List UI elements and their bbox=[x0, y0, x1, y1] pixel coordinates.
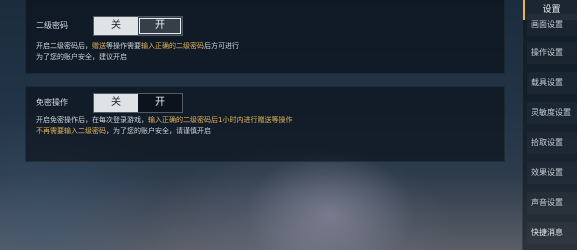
second-password-desc-line1: 开启二级密码后，赠送等操作需要输入正确的二级密码后方可进行 bbox=[36, 41, 239, 52]
sidebar-item-pickup[interactable]: 拾取设置 bbox=[527, 132, 577, 154]
desc-highlight: 输入正确的二级密码后1小时内进行赠送等操作 bbox=[148, 116, 293, 124]
desc-text: 后方可进行 bbox=[204, 42, 239, 50]
password-free-on-button[interactable]: 开 bbox=[138, 94, 182, 112]
desc-text: 等操作需要 bbox=[106, 42, 141, 50]
settings-sidebar: 设置 画面设置 操作设置 载具设置 灵敏度设置 拾取设置 效果设置 声音设置 快… bbox=[522, 0, 577, 250]
sidebar-item-quick-chat[interactable]: 快捷消息 bbox=[527, 222, 577, 244]
desc-highlight: 不再需要输入二级密码 bbox=[36, 127, 106, 135]
second-password-panel: 二级密码 关 开 开启二级密码后，赠送等操作需要输入正确的二级密码后方可进行 为… bbox=[25, 0, 505, 74]
desc-text: ，为了您的账户安全，请谨慎开启 bbox=[106, 127, 211, 135]
desc-text: 开启二级密码后， bbox=[36, 42, 92, 50]
sidebar-item-graphics[interactable]: 画面设置 bbox=[527, 14, 577, 36]
second-password-on-button[interactable]: 开 bbox=[138, 17, 182, 35]
desc-highlight: 赠送 bbox=[92, 42, 106, 50]
password-free-desc-line1: 开启免密操作后，在每次登录游戏，输入正确的二级密码后1小时内进行赠送等操作 bbox=[36, 115, 292, 126]
sidebar-item-audio[interactable]: 声音设置 bbox=[527, 192, 577, 214]
password-free-off-button[interactable]: 关 bbox=[94, 94, 138, 112]
sidebar-item-effects[interactable]: 效果设置 bbox=[527, 162, 577, 184]
desc-highlight: 输入正确的二级密码 bbox=[141, 42, 204, 50]
sidebar-item-sensitivity[interactable]: 灵敏度设置 bbox=[527, 102, 577, 124]
second-password-label: 二级密码 bbox=[36, 21, 68, 30]
password-free-label: 免密操作 bbox=[36, 98, 68, 107]
sidebar-item-vehicle[interactable]: 载具设置 bbox=[527, 72, 577, 94]
sidebar-item-controls[interactable]: 操作设置 bbox=[527, 42, 577, 64]
desc-text: 开启免密操作后，在每次登录游戏， bbox=[36, 116, 148, 124]
password-free-desc-line2: 不再需要输入二级密码，为了您的账户安全，请谨慎开启 bbox=[36, 126, 211, 137]
password-free-panel: 免密操作 关 开 开启免密操作后，在每次登录游戏，输入正确的二级密码后1小时内进… bbox=[25, 86, 505, 162]
second-password-desc-line2: 为了您的账户安全，建议开启 bbox=[36, 53, 127, 61]
password-free-toggle: 关 开 bbox=[93, 93, 183, 113]
second-password-off-button[interactable]: 关 bbox=[94, 17, 138, 35]
second-password-toggle: 关 开 bbox=[93, 16, 183, 36]
